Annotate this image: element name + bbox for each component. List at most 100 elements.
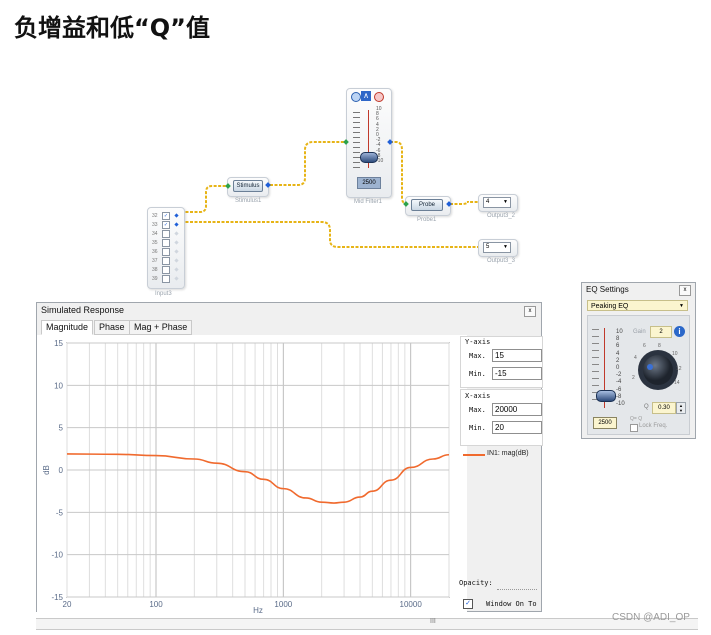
input-channel-row[interactable]: 39	[152, 274, 179, 283]
yaxis-title: Y-axis	[465, 338, 491, 346]
input-channel-checkbox[interactable]	[162, 247, 170, 256]
y-tick-label: 15	[54, 339, 63, 348]
input-channel-label: 39	[152, 275, 158, 282]
y-max-input[interactable]: 15	[492, 349, 542, 362]
y-min-label: Min.	[469, 370, 486, 378]
sim-title: Simulated Response	[41, 305, 125, 315]
input-channel-row[interactable]: 32 ✓	[152, 211, 179, 220]
info-icon[interactable]: i	[674, 326, 685, 337]
horizontal-scrollbar[interactable]	[36, 618, 698, 630]
x-max-label: Max.	[469, 406, 486, 414]
eq-knob-tick-4: 4	[634, 355, 637, 361]
input-channel-row[interactable]: 35	[152, 238, 179, 247]
input-channel-label: 35	[152, 239, 158, 246]
stimulus-label: Stimulus1	[235, 198, 262, 204]
y-min-input[interactable]: -15	[492, 367, 542, 380]
watermark: CSDN @ADI_OP	[612, 612, 690, 623]
y-tick-label: 10	[54, 381, 63, 390]
chevron-down-icon: ▼	[503, 199, 508, 205]
eq-close-button[interactable]: x	[679, 285, 691, 296]
x-min-label: Min.	[469, 424, 486, 432]
eq-settings-window[interactable]: EQ Settings x Peaking EQ ▼ 10 8 6 4 2 0 -2 -4 -6…	[581, 282, 696, 439]
x-tick-label: 20	[63, 600, 72, 609]
x-tick-label: 100	[149, 600, 163, 609]
eq-q-note: Q= Q	[630, 416, 643, 422]
input-channel-checkbox[interactable]	[162, 256, 170, 265]
output-bottom-select[interactable]: 5 ▼	[483, 242, 511, 253]
input-channel-port[interactable]	[174, 213, 179, 218]
sim-close-button[interactable]: x	[524, 306, 536, 317]
filter-type-icon	[351, 92, 361, 102]
window-on-top-checkbox[interactable]: ✓	[463, 599, 473, 609]
magnitude-chart: 151050-5-10-1520 100 1000 10000HzdB	[37, 335, 467, 613]
input-channel-port[interactable]	[174, 222, 179, 227]
mid-filter-slider-knob[interactable]	[360, 152, 378, 163]
tab-phase[interactable]: Phase	[94, 320, 130, 335]
lock-freq-label: Lock Freq.	[639, 423, 668, 429]
chevron-down-icon: ▼	[503, 244, 508, 250]
opacity-slider[interactable]	[497, 579, 537, 590]
tab-magnitude[interactable]: Magnitude	[41, 320, 94, 335]
output-top-select[interactable]: 4 ▼	[483, 197, 511, 208]
input-channel-port[interactable]	[174, 267, 179, 272]
x-tick-label: 10000	[400, 600, 423, 609]
input-channel-checkbox[interactable]	[162, 274, 170, 283]
eq-knob-tick-5: 12	[676, 366, 682, 372]
input-channel-port[interactable]	[174, 276, 179, 281]
input-channel-port[interactable]	[174, 249, 179, 254]
eq-gain-input[interactable]: 2	[650, 326, 672, 338]
simulated-response-window[interactable]: Simulated Response x Magnitude Phase Mag…	[36, 302, 543, 613]
eq-gain-scale-label: 10	[616, 329, 623, 335]
input-channel-checkbox[interactable]	[162, 229, 170, 238]
eq-gain-scale-label: -4	[616, 379, 622, 386]
eq-knob-tick-2: 8	[658, 343, 661, 349]
input-channel-row[interactable]: 36	[152, 247, 179, 256]
input-channel-checkbox[interactable]: ✓	[162, 211, 170, 220]
x-axis-label: Hz	[253, 606, 263, 613]
eq-mode-select[interactable]: Peaking EQ ▼	[587, 300, 688, 311]
tab-mag-phase[interactable]: Mag + Phase	[129, 320, 193, 335]
eq-gain-scale-label: 2	[616, 357, 620, 364]
y-max-label: Max.	[469, 352, 486, 360]
eq-gain-scale: 10 8 6 4 2 0 -2 -4 -6 -8 -10	[616, 329, 625, 408]
schematic-canvas: 32 ✓ 33 ✓ 34 35 36 37 38 39 Input3 Stimulus Stimu…	[0, 80, 711, 297]
eq-gain-scale-label: -6	[616, 386, 622, 393]
lock-freq-checkbox[interactable]	[630, 424, 638, 432]
y-tick-label: 0	[59, 466, 64, 475]
input-channel-port[interactable]	[174, 231, 179, 236]
x-max-input[interactable]: 20000	[492, 403, 542, 416]
input-channel-row[interactable]: 37	[152, 256, 179, 265]
input-channel-row[interactable]: 34	[152, 229, 179, 238]
scrollbar-grip[interactable]: III	[430, 618, 436, 625]
eq-gain-scale-label: 0	[616, 365, 620, 372]
stimulus-button[interactable]: Stimulus	[233, 180, 263, 192]
input-channel-checkbox[interactable]: ✓	[162, 220, 170, 229]
x-min-input[interactable]: 20	[492, 421, 542, 434]
input-channel-port[interactable]	[174, 240, 179, 245]
mid-filter-ticks	[353, 112, 360, 168]
eq-gain-label: Gain	[633, 329, 646, 335]
eq-gain-scale-label: -10	[616, 401, 625, 408]
input-channel-label: 34	[152, 230, 158, 237]
output-top-value: 4	[486, 199, 490, 205]
eq-gain-scale-label: 8	[616, 336, 620, 343]
output-bottom-value: 5	[486, 244, 490, 250]
input-channel-checkbox[interactable]	[162, 265, 170, 274]
legend-line	[463, 454, 485, 456]
page-heading: 负增益和低“Q”值	[14, 14, 210, 42]
eq-freq-input[interactable]: 2500	[593, 417, 617, 429]
eq-q-spinner[interactable]: ▲ ▼	[676, 402, 686, 414]
input-channel-checkbox[interactable]	[162, 238, 170, 247]
probe-button[interactable]: Probe	[411, 199, 443, 211]
eq-gain-slider-knob[interactable]	[596, 390, 616, 402]
input-channel-label: 33	[152, 221, 158, 228]
input-channel-port[interactable]	[174, 258, 179, 263]
filter-enable-icon[interactable]	[374, 92, 384, 102]
eq-q-input[interactable]: 0.30	[652, 402, 676, 414]
input-channel-row[interactable]: 33 ✓	[152, 220, 179, 229]
input-channel-label: 38	[152, 266, 158, 273]
mid-filter-value[interactable]: 2500	[357, 177, 381, 189]
input-channel-label: 32	[152, 212, 158, 219]
input-channel-row[interactable]: 38	[152, 265, 179, 274]
eq-settings-title: EQ Settings	[586, 285, 629, 294]
